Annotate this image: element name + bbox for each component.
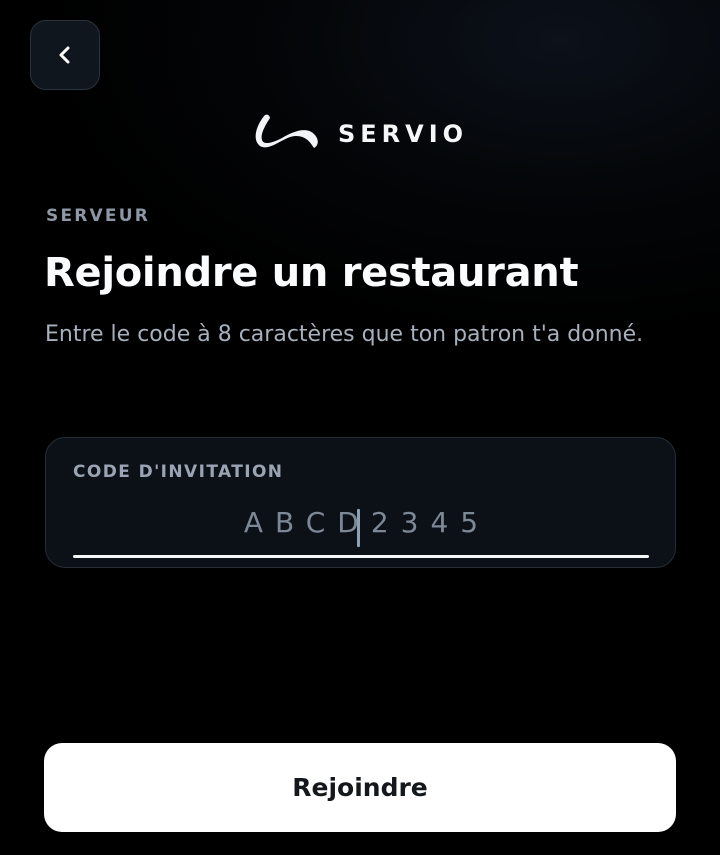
- brand: SERVIO: [0, 108, 720, 160]
- page-title: Rejoindre un restaurant: [44, 250, 579, 296]
- page-subtitle: Entre le code à 8 caractères que ton pat…: [45, 322, 644, 347]
- role-overline: SERVEUR: [46, 206, 151, 226]
- invite-code-underline: [73, 555, 649, 558]
- screen: SERVIO SERVEUR Rejoindre un restaurant E…: [0, 0, 720, 855]
- invite-code-label: CODE D'INVITATION: [73, 462, 284, 482]
- back-button[interactable]: [30, 20, 100, 90]
- chevron-left-icon: [54, 44, 76, 66]
- servio-logo-icon: [252, 110, 324, 159]
- invite-code-card: CODE D'INVITATION: [45, 437, 676, 568]
- brand-name: SERVIO: [337, 120, 469, 148]
- join-button[interactable]: Rejoindre: [44, 743, 676, 832]
- text-caret: [357, 509, 360, 547]
- invite-code-input[interactable]: [73, 496, 649, 556]
